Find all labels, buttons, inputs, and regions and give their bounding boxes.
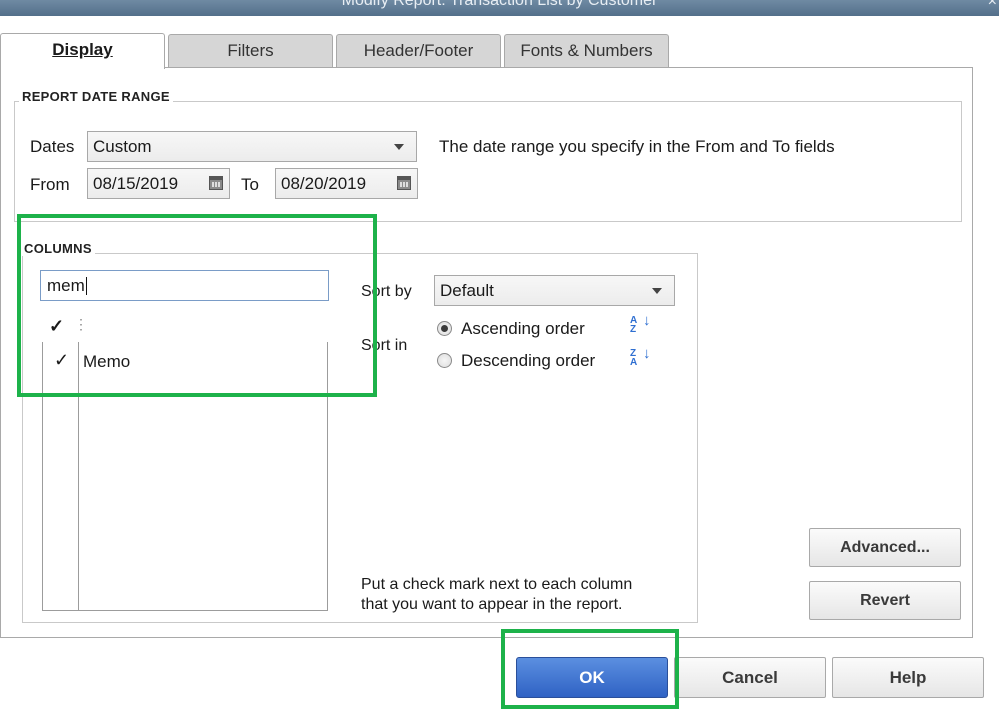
tab-header-footer[interactable]: Header/Footer (336, 34, 501, 68)
tab-display[interactable]: Display (0, 33, 165, 69)
from-label: From (30, 175, 70, 194)
date-range-hint: The date range you specify in the From a… (439, 137, 835, 156)
ok-button[interactable]: OK (516, 657, 668, 698)
report-date-range-label: REPORT DATE RANGE (19, 89, 173, 104)
sort-arrow-icon: ↓ (643, 312, 651, 329)
columns-help-text: Put a check mark next to each column tha… (361, 576, 633, 613)
check-column-header[interactable]: ✓ (49, 316, 64, 337)
chevron-down-icon (394, 143, 404, 150)
help-button[interactable]: Help (832, 657, 984, 698)
ascending-radio[interactable] (437, 321, 452, 336)
calendar-icon[interactable] (209, 175, 223, 190)
dates-label: Dates (30, 137, 75, 156)
memo-check-icon[interactable]: ✓ (54, 350, 69, 371)
column-search-value: mem (47, 275, 85, 295)
list-item-memo[interactable]: Memo (83, 352, 130, 372)
text-cursor (85, 276, 87, 295)
revert-button[interactable]: Revert (809, 581, 961, 620)
to-label: To (241, 175, 259, 194)
tab-filters[interactable]: Filters (168, 34, 333, 68)
descending-radio[interactable] (437, 353, 452, 368)
dates-value: Custom (93, 136, 152, 156)
dates-dropdown[interactable]: Custom (87, 131, 417, 162)
sort-descending-icon: Z A (630, 348, 638, 368)
cancel-button[interactable]: Cancel (674, 657, 826, 698)
chevron-down-icon (652, 287, 662, 294)
sort-by-dropdown[interactable]: Default (434, 275, 675, 306)
sort-by-label: Sort by (361, 283, 412, 300)
from-date-field[interactable]: 08/15/2019 (87, 168, 230, 199)
from-date-value: 08/15/2019 (93, 173, 179, 193)
columns-label: COLUMNS (21, 241, 95, 256)
sort-ascending-icon: A Z (630, 315, 637, 335)
advanced-button[interactable]: Advanced... (809, 528, 961, 567)
window-title: Modify Report: Transaction List by Custo… (341, 0, 658, 9)
columns-list[interactable] (42, 342, 328, 611)
column-header-grip[interactable]: ⋮ (74, 316, 88, 333)
title-bar: Modify Report: Transaction List by Custo… (0, 0, 999, 16)
list-column-separator (78, 342, 79, 610)
sort-arrow-icon: ↓ (643, 345, 651, 362)
to-date-value: 08/20/2019 (281, 173, 367, 193)
sort-in-label: Sort in (361, 337, 408, 354)
column-search-input[interactable]: mem (40, 270, 329, 301)
close-icon[interactable]: × (988, 0, 997, 11)
descending-label[interactable]: Descending order (461, 351, 595, 371)
calendar-icon[interactable] (397, 175, 411, 190)
to-date-field[interactable]: 08/20/2019 (275, 168, 418, 199)
tab-fonts-numbers[interactable]: Fonts & Numbers (504, 34, 669, 68)
ascending-label[interactable]: Ascending order (461, 319, 585, 339)
sort-by-value: Default (440, 280, 494, 300)
